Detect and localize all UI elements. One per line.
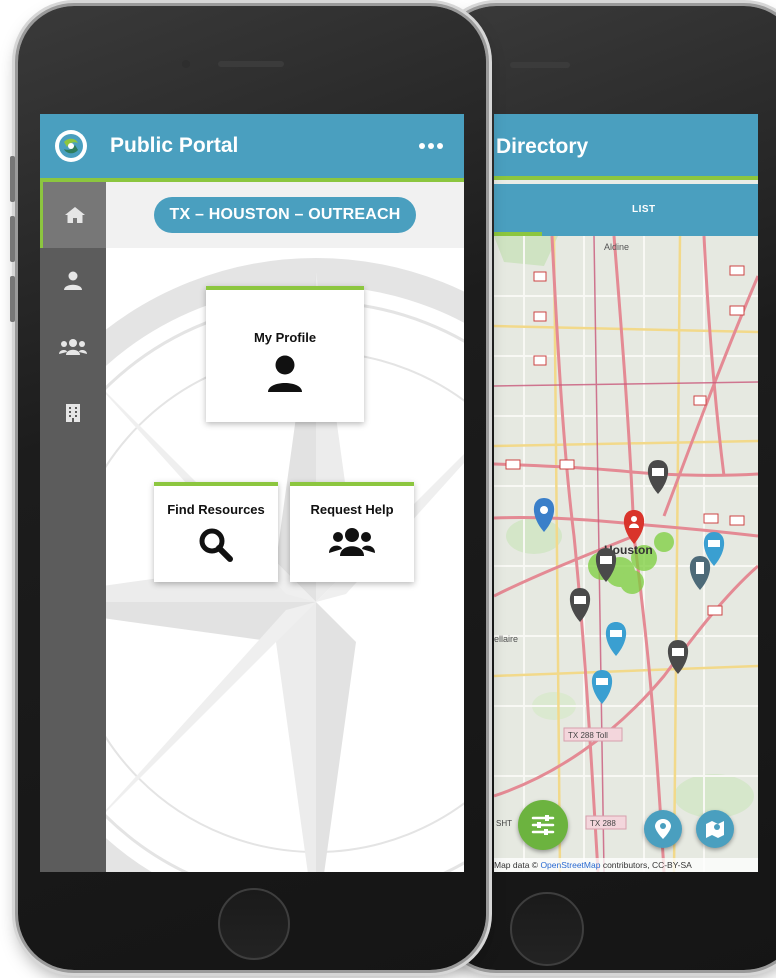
back-phone-home-button[interactable]	[510, 892, 584, 966]
nav-item-groups[interactable]	[40, 314, 106, 380]
front-phone-speaker	[218, 61, 284, 67]
nav-item-profile[interactable]	[40, 248, 106, 314]
users-icon	[329, 528, 375, 556]
location-band: TX – HOUSTON – OUTREACH	[106, 182, 464, 248]
user-icon	[268, 355, 302, 392]
location-pill[interactable]: TX – HOUSTON – OUTREACH	[154, 197, 416, 233]
my-profile-tile[interactable]: My Profile	[206, 286, 364, 422]
map-marker-icon	[655, 819, 671, 839]
directory-title: Directory	[496, 135, 589, 158]
home-icon	[64, 207, 85, 223]
map-label-tx288: TX 288	[590, 819, 616, 828]
app-title: Public Portal	[110, 134, 239, 157]
tab-list[interactable]: LIST	[632, 184, 656, 236]
logo-icon	[59, 134, 83, 158]
find-resources-label: Find Resources	[167, 502, 265, 517]
sliders-icon	[531, 815, 555, 835]
filter-fab-button[interactable]	[518, 800, 568, 850]
openstreetmap-link[interactable]: OpenStreetMap	[540, 860, 600, 870]
map-icon	[706, 821, 724, 838]
map-view[interactable]: Aldine Houston ellaire TX 288 Toll TX 28…	[494, 236, 758, 872]
more-menu-button[interactable]	[416, 134, 446, 158]
map-attribution: Map data © OpenStreetMap contributors, C…	[494, 858, 758, 872]
back-phone-speaker	[510, 62, 570, 68]
front-phone-frame: Public Portal TX – HOUSTON – OUTREACH My…	[10, 6, 486, 970]
search-icon	[199, 528, 233, 562]
map-label-tx288-toll: TX 288 Toll	[568, 731, 608, 740]
dot	[437, 143, 443, 149]
main-content: TX – HOUSTON – OUTREACH My Profile Find …	[106, 182, 464, 872]
map-label-aldine: Aldine	[604, 242, 629, 252]
volume-button	[10, 276, 15, 322]
back-phone-frame: Directory LIST Aldine Houston ellaire TX…	[440, 6, 776, 970]
volume-button	[10, 216, 15, 262]
my-profile-label: My Profile	[253, 330, 317, 345]
dot	[419, 143, 425, 149]
side-nav	[40, 182, 106, 872]
nav-item-home[interactable]	[40, 182, 106, 248]
directory-tab-bar: LIST	[494, 184, 758, 236]
map-layers-fab-button[interactable]	[696, 810, 734, 848]
directory-screen: Directory LIST Aldine Houston ellaire TX…	[494, 114, 758, 872]
map-label-bellaire: ellaire	[494, 634, 518, 644]
front-phone-home-button[interactable]	[218, 888, 290, 960]
nav-item-organizations[interactable]	[40, 380, 106, 446]
public-portal-screen: Public Portal TX – HOUSTON – OUTREACH My…	[40, 114, 464, 872]
front-camera	[182, 60, 190, 68]
users-icon	[59, 339, 87, 355]
app-header: Public Portal	[40, 114, 464, 182]
app-logo[interactable]	[55, 130, 87, 162]
directory-header: Directory	[494, 114, 758, 180]
volume-button	[10, 156, 15, 202]
building-icon	[66, 404, 80, 422]
request-help-label: Request Help	[310, 502, 394, 517]
map-label-sht: SHT	[496, 819, 512, 828]
my-location-fab-button[interactable]	[644, 810, 682, 848]
find-resources-tile[interactable]: Find Resources	[154, 482, 278, 582]
request-help-tile[interactable]: Request Help	[290, 482, 414, 582]
dot	[428, 143, 434, 149]
user-icon	[64, 271, 82, 290]
